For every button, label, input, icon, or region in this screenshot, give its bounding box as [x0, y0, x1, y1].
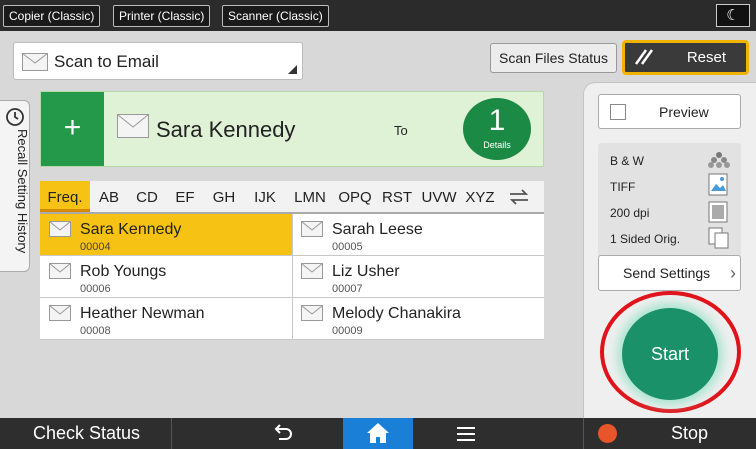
entry-id: 00005 — [332, 241, 363, 253]
scanner-classic-tab[interactable]: Scanner (Classic) — [222, 5, 329, 27]
night-mode-button[interactable]: ☾ — [716, 4, 750, 27]
entry-id: 00009 — [332, 325, 363, 337]
scan-files-status-button[interactable]: Scan Files Status — [490, 43, 617, 73]
entry-name: Heather Newman — [80, 305, 205, 322]
back-icon[interactable] — [270, 421, 294, 449]
address-entry[interactable]: Rob Youngs 00006 — [40, 256, 292, 298]
chevron-right-icon: › — [730, 263, 736, 283]
entry-id: 00007 — [332, 283, 363, 295]
top-bar: Copier (Classic) Printer (Classic) Scann… — [0, 0, 756, 31]
copier-classic-tab[interactable]: Copier (Classic) — [3, 5, 101, 27]
stop-button[interactable]: Stop — [583, 418, 756, 449]
index-tab-freq[interactable]: Freq. — [40, 181, 90, 212]
app-name: Scan to Email — [54, 52, 159, 71]
scan-to-email-selector[interactable]: Scan to Email — [13, 42, 303, 80]
stop-icon — [598, 424, 617, 443]
destination-name: Sara Kennedy — [156, 117, 296, 142]
image-file-icon — [708, 173, 730, 202]
send-settings-label: Send Settings — [623, 265, 711, 281]
index-tab-ab[interactable]: AB — [90, 181, 128, 212]
home-icon — [367, 423, 389, 443]
details-label: Details — [483, 140, 511, 150]
index-tab-ijk[interactable]: IJK — [244, 181, 286, 212]
home-button[interactable] — [343, 418, 413, 449]
reset-label: Reset — [686, 49, 726, 66]
entry-id: 00004 — [80, 241, 111, 253]
index-tab-uvw[interactable]: UVW — [418, 181, 460, 212]
envelope-icon — [301, 221, 323, 237]
destination-count: 1 — [488, 104, 506, 137]
check-status-button[interactable]: Check Status — [0, 418, 172, 449]
file-type-value: TIFF — [610, 180, 636, 194]
index-tab-lmn[interactable]: LMN — [286, 181, 334, 212]
reset-slash-icon — [632, 46, 656, 78]
envelope-icon — [22, 53, 48, 71]
address-entry[interactable]: Liz Usher 00007 — [292, 256, 544, 298]
moon-icon: ☾ — [726, 7, 740, 24]
envelope-icon — [49, 221, 71, 237]
index-tab-gh[interactable]: GH — [204, 181, 244, 212]
resolution-icon — [708, 201, 728, 228]
sided-value: 1 Sided Orig. — [610, 232, 681, 246]
menu-icon[interactable] — [455, 425, 477, 448]
entry-id: 00006 — [80, 283, 111, 295]
bottom-bar: Check Status Stop — [0, 418, 756, 449]
entry-name: Liz Usher — [332, 263, 400, 280]
dropdown-triangle-icon — [288, 65, 297, 74]
color-mode-value: B & W — [610, 154, 645, 168]
swap-order-icon[interactable] — [506, 186, 532, 213]
index-tab-ef[interactable]: EF — [166, 181, 204, 212]
reset-button[interactable]: Reset — [622, 40, 749, 75]
address-entry[interactable]: Heather Newman 00008 — [40, 298, 292, 340]
address-book-index-tabs: Freq. AB CD EF GH IJK LMN OPQ RST UVW XY… — [40, 181, 544, 214]
destination-details-button[interactable]: 1 Details — [463, 98, 531, 160]
entry-name: Sarah Leese — [332, 221, 423, 238]
color-dots-icon — [708, 151, 730, 174]
address-entry[interactable]: Sara Kennedy 00004 — [40, 214, 292, 256]
envelope-icon — [301, 263, 323, 279]
address-entry[interactable]: Melody Chanakira 00009 — [292, 298, 544, 340]
recall-label: Recall Setting History — [15, 129, 30, 254]
index-tab-xyz[interactable]: XYZ — [460, 181, 500, 212]
address-entry[interactable]: Sarah Leese 00005 — [292, 214, 544, 256]
index-tab-rst[interactable]: RST — [376, 181, 418, 212]
entry-name: Sara Kennedy — [80, 221, 182, 238]
entry-name: Melody Chanakira — [332, 305, 461, 322]
entry-name: Rob Youngs — [80, 263, 167, 280]
start-button[interactable]: Start — [622, 308, 718, 400]
envelope-icon — [117, 114, 149, 138]
index-tab-cd[interactable]: CD — [128, 181, 166, 212]
envelope-icon — [301, 305, 323, 321]
resolution-value: 200 dpi — [610, 206, 650, 220]
send-settings-button[interactable]: Send Settings › — [598, 255, 741, 291]
index-tab-opq[interactable]: OPQ — [334, 181, 376, 212]
destination-bar: + Sara Kennedy To 1 Details — [40, 91, 544, 167]
to-label: To — [394, 123, 408, 138]
printer-classic-tab[interactable]: Printer (Classic) — [113, 5, 211, 27]
preview-checkbox[interactable] — [610, 104, 626, 120]
single-sided-icon — [708, 227, 730, 254]
entry-id: 00008 — [80, 325, 111, 337]
envelope-icon — [49, 263, 71, 279]
envelope-icon — [49, 305, 71, 321]
preview-toggle[interactable]: Preview — [598, 94, 741, 129]
stop-label: Stop — [671, 423, 709, 443]
recall-setting-history-tab[interactable]: Recall Setting History — [0, 100, 30, 272]
add-destination-button[interactable]: + — [41, 92, 104, 166]
column-divider — [292, 214, 293, 340]
preview-label: Preview — [659, 104, 709, 120]
